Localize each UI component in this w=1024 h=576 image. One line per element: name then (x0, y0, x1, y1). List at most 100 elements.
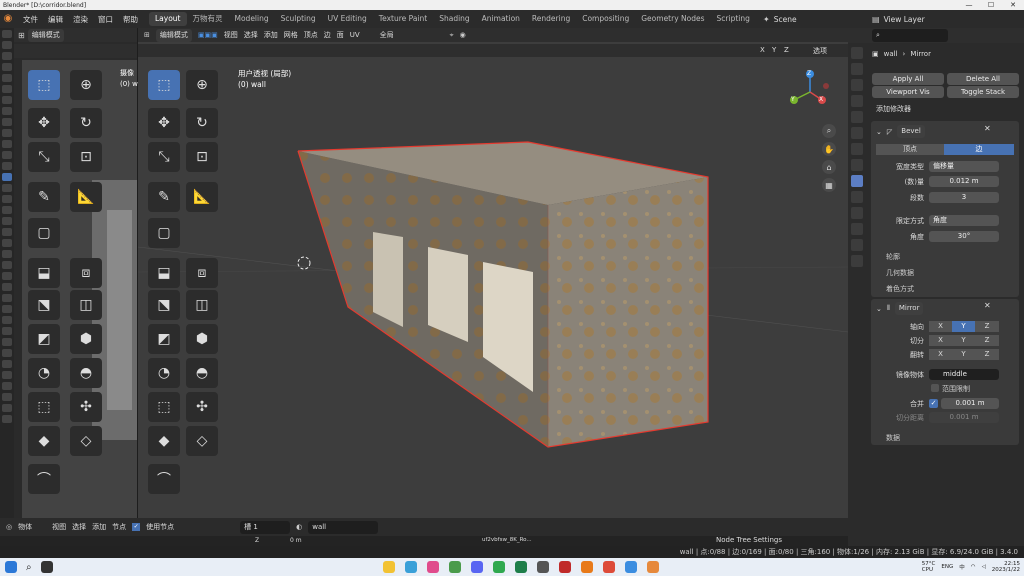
collapse-chevron-icon[interactable]: ⌄ (876, 305, 882, 313)
add-cube-tool-icon[interactable]: ▢ (148, 218, 180, 248)
app-icon[interactable] (404, 561, 417, 573)
options-dropdown[interactable]: 选项 (813, 46, 827, 56)
axis-z-toggle[interactable]: Z (975, 321, 999, 332)
camera-icon[interactable] (2, 195, 12, 203)
rotate-tool-icon[interactable]: ↻ (186, 108, 218, 138)
bisect-x-toggle[interactable]: X (929, 335, 952, 346)
menu-file[interactable]: 文件 (18, 14, 43, 25)
input-lang[interactable]: ENG (941, 564, 953, 570)
amount-field[interactable]: 0.012 m (929, 176, 999, 187)
bevel-mode-edge[interactable]: 边 (944, 144, 1014, 155)
shrink-fatten-tool-icon[interactable]: ✣ (70, 392, 102, 422)
bevel-close-icon[interactable]: ✕ (984, 124, 991, 133)
wifi-icon[interactable]: ◠ (971, 564, 976, 570)
rotate-tool-icon[interactable]: ↻ (70, 108, 102, 138)
camera-icon[interactable] (2, 316, 12, 324)
scene-tab-icon[interactable] (851, 111, 863, 123)
inset-tool-icon[interactable]: ⧈ (186, 258, 218, 288)
camera-icon[interactable] (2, 338, 12, 346)
poly-build-tool-icon[interactable]: ⬢ (70, 324, 102, 354)
search-icon[interactable]: ⌕ (26, 562, 32, 573)
bevel-tool-icon[interactable]: ⬔ (28, 290, 60, 320)
axis-x-toggle[interactable]: X (929, 321, 952, 332)
inset-tool-icon[interactable]: ⧈ (70, 258, 102, 288)
transform-orientation[interactable]: 全局 (380, 30, 394, 40)
camera-icon[interactable] (2, 371, 12, 379)
camera-icon[interactable] (2, 129, 12, 137)
camera-icon[interactable] (2, 140, 12, 148)
camera-icon[interactable] (2, 30, 12, 38)
output-tab-icon[interactable] (851, 79, 863, 91)
collapse-chevron-icon[interactable]: ⌄ (876, 128, 882, 136)
blender-taskbar-icon[interactable] (646, 561, 659, 573)
menu-vertex[interactable]: 顶点 (304, 30, 318, 40)
bevel-name-field[interactable]: Bevel (897, 125, 926, 138)
camera-icon[interactable] (2, 118, 12, 126)
tab-shading[interactable]: Shading (433, 12, 475, 26)
render-tab-icon[interactable] (851, 63, 863, 75)
menu-help[interactable]: 帮助 (118, 14, 143, 25)
edge-slide-tool-icon[interactable]: ⬚ (148, 392, 180, 422)
menu-node[interactable]: 节点 (112, 522, 126, 532)
flip-z-toggle[interactable]: Z (975, 349, 999, 360)
camera-icon[interactable] (2, 283, 12, 291)
camera-icon[interactable] (2, 85, 12, 93)
spin-tool-icon[interactable]: ◔ (28, 358, 60, 388)
menu-add[interactable]: 添加 (264, 30, 278, 40)
camera-icon[interactable] (2, 107, 12, 115)
camera-icon[interactable] (2, 250, 12, 258)
bisect-z-toggle[interactable]: Z (975, 335, 999, 346)
node-tree-settings[interactable]: Node Tree Settings (716, 536, 782, 544)
material-tab-icon[interactable] (851, 255, 863, 267)
scene-selector[interactable]: ✦ Scene (763, 10, 848, 28)
move-tool-icon[interactable]: ✥ (148, 108, 180, 138)
clip-checkbox[interactable] (931, 384, 939, 392)
sym-x[interactable]: X (760, 46, 765, 54)
loop-cut-tool-icon[interactable]: ◫ (186, 290, 218, 320)
app-icon[interactable] (492, 561, 505, 573)
camera-icon[interactable] (2, 415, 12, 423)
discord-icon[interactable] (470, 561, 483, 573)
explorer-icon[interactable] (382, 561, 395, 573)
maximize-icon[interactable]: ☐ (980, 0, 1002, 10)
tab-geometry-nodes[interactable]: Geometry Nodes (635, 12, 710, 26)
chrome-icon[interactable] (602, 561, 615, 573)
tab-layout[interactable]: Layout (149, 12, 187, 26)
menu-window[interactable]: 窗口 (93, 14, 118, 25)
camera-icon[interactable] (2, 41, 12, 49)
camera-icon[interactable] (2, 184, 12, 192)
cursor-tool-icon[interactable]: ⊕ (186, 70, 218, 100)
width-type-dropdown[interactable]: 偏移量 (929, 161, 999, 172)
limit-method-dropdown[interactable]: 角度 (929, 215, 999, 226)
camera-icon[interactable] (2, 360, 12, 368)
editor-type-icon[interactable]: ⊞ (18, 31, 25, 40)
flip-y-toggle[interactable]: Y (952, 349, 975, 360)
blender-logo-icon[interactable]: ◉ (2, 13, 14, 25)
add-cube-tool-icon[interactable]: ▢ (28, 218, 60, 248)
add-modifier-dropdown[interactable]: 添加修改器 (876, 104, 911, 114)
camera-icon[interactable] (2, 217, 12, 225)
app-icon[interactable] (536, 561, 549, 573)
editor-type-icon[interactable]: ◎ (6, 523, 12, 531)
tool-tab-icon[interactable] (851, 47, 863, 59)
camera-icon[interactable] (2, 74, 12, 82)
bevel-profile-subpanel[interactable]: 轮廓 (886, 252, 900, 262)
sym-y[interactable]: Y (772, 46, 776, 54)
rip-tool-icon[interactable]: ◇ (70, 426, 102, 456)
knife-tool-icon[interactable]: ◩ (148, 324, 180, 354)
apply-all-button[interactable]: Apply All (872, 73, 944, 85)
start-icon[interactable] (5, 561, 17, 573)
curve-tool-icon[interactable]: ⌒ (28, 464, 60, 494)
tab-modeling[interactable]: Modeling (229, 12, 275, 26)
merge-checkbox[interactable]: ✓ (929, 399, 938, 408)
camera-icon[interactable] (2, 404, 12, 412)
edge-slide-tool-icon[interactable]: ⬚ (28, 392, 60, 422)
use-nodes-checkbox[interactable]: ✓ (132, 523, 141, 531)
extrude-tool-icon[interactable]: ⬓ (148, 258, 180, 288)
flip-x-toggle[interactable]: X (929, 349, 952, 360)
collection-tab-icon[interactable] (851, 143, 863, 155)
editor-type-icon[interactable]: ⊞ (144, 31, 150, 39)
app-icon[interactable] (558, 561, 571, 573)
menu-render[interactable]: 渲染 (68, 14, 93, 25)
poly-build-tool-icon[interactable]: ⬢ (186, 324, 218, 354)
